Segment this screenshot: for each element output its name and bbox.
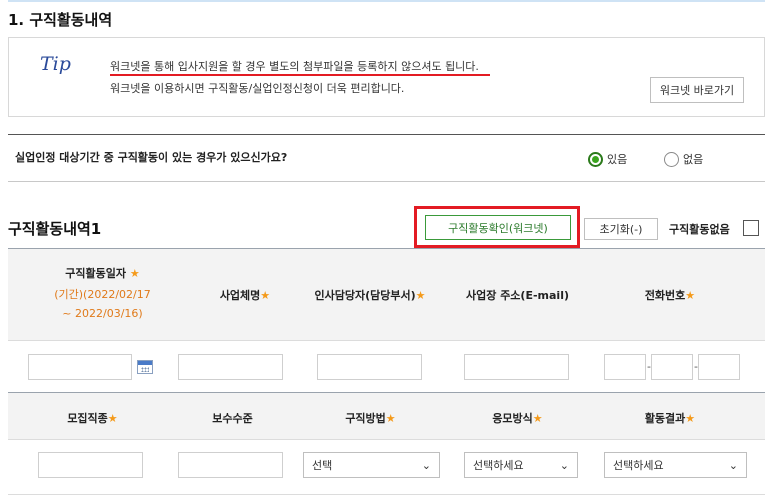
required-star: ★ bbox=[685, 289, 696, 302]
activity-question: 실업인정 대상기간 중 구직활동이 있는 경우가 있으신가요? bbox=[15, 151, 288, 164]
worknet-confirm-button[interactable]: 구직활동확인(워크넷) bbox=[425, 215, 571, 240]
address-input[interactable] bbox=[464, 354, 569, 380]
calendar-icon[interactable] bbox=[137, 360, 153, 374]
radio-no-label: 없음 bbox=[683, 153, 704, 166]
required-star: ★ bbox=[385, 412, 396, 425]
header-company: 사업체명★ bbox=[175, 287, 315, 303]
reset-button[interactable]: 초기화(-) bbox=[584, 218, 658, 240]
phone-input-3[interactable] bbox=[698, 354, 740, 380]
radio-unchecked-icon[interactable] bbox=[664, 151, 679, 167]
phone-input-2[interactable] bbox=[651, 354, 693, 380]
header-method-label: 구직방법 bbox=[345, 412, 386, 425]
header-salary: 보수수준 bbox=[212, 412, 253, 425]
chevron-down-icon: ⌄ bbox=[728, 458, 738, 472]
top-border bbox=[8, 0, 765, 2]
divider bbox=[8, 134, 765, 135]
manager-input[interactable] bbox=[317, 354, 422, 380]
header-position: 모집직종★ bbox=[30, 410, 155, 426]
no-activity-label: 구직활동없음 bbox=[669, 223, 730, 236]
worknet-link-button[interactable]: 워크넷 바로가기 bbox=[650, 77, 744, 103]
header-date-end: ~ 2022/03/16) bbox=[62, 307, 143, 320]
required-star: ★ bbox=[107, 412, 118, 425]
tip-highlight-underline bbox=[110, 74, 490, 76]
header-manager: 인사담당자(담당부서)★ bbox=[295, 287, 445, 303]
tip-message-2: 워크넷을 이용하시면 구직활동/실업인정신청이 더욱 편리합니다. bbox=[110, 82, 405, 95]
header-apply: 응모방식★ bbox=[455, 410, 580, 426]
position-input[interactable] bbox=[38, 452, 143, 478]
header-address: 사업장 주소(E-mail) bbox=[466, 289, 569, 302]
divider bbox=[8, 181, 765, 182]
row-divider bbox=[8, 340, 765, 341]
radio-yes-label: 있음 bbox=[607, 153, 628, 166]
header-method: 구직방법★ bbox=[308, 410, 433, 426]
header-phone-label: 전화번호 bbox=[644, 289, 686, 302]
tip-icon: Tip bbox=[40, 53, 71, 75]
required-star: ★ bbox=[129, 267, 140, 280]
header-date-period: (기간)(2022/02/17 bbox=[54, 288, 151, 301]
activity-title: 구직활동내역1 bbox=[8, 220, 102, 238]
row-divider bbox=[8, 494, 765, 495]
chevron-down-icon: ⌄ bbox=[421, 458, 431, 472]
header-manager-label: 인사담당자(담당부서) bbox=[314, 289, 416, 302]
phone-input-1[interactable] bbox=[604, 354, 646, 380]
header-result: 활동결과★ bbox=[600, 410, 740, 426]
date-input[interactable] bbox=[28, 354, 132, 380]
chevron-down-icon: ⌄ bbox=[559, 458, 569, 472]
header-position-label: 모집직종 bbox=[67, 412, 108, 425]
radio-checked-icon[interactable] bbox=[588, 151, 603, 167]
radio-no[interactable]: 없음 bbox=[664, 151, 703, 167]
salary-input[interactable] bbox=[178, 452, 283, 478]
required-star: ★ bbox=[415, 289, 426, 302]
header-apply-label: 응모방식 bbox=[492, 412, 533, 425]
company-input[interactable] bbox=[178, 354, 283, 380]
result-select-value: 선택하세요 bbox=[613, 459, 664, 472]
required-star: ★ bbox=[685, 412, 696, 425]
header-phone: 전화번호★ bbox=[600, 287, 740, 303]
header-company-label: 사업체명 bbox=[219, 289, 261, 302]
header-result-label: 활동결과 bbox=[644, 412, 686, 425]
row-divider bbox=[8, 439, 765, 440]
no-activity-checkbox[interactable] bbox=[743, 220, 759, 236]
apply-select[interactable]: 선택하세요 ⌄ bbox=[464, 452, 578, 478]
header-date-label: 구직활동일자 bbox=[65, 267, 126, 280]
method-select-value: 선택 bbox=[312, 459, 333, 472]
radio-yes[interactable]: 있음 bbox=[588, 151, 627, 167]
required-star: ★ bbox=[260, 289, 271, 302]
section-title: 1. 구직활동내역 bbox=[8, 11, 113, 29]
header-date: 구직활동일자 ★ (기간)(2022/02/17 ~ 2022/03/16) bbox=[40, 265, 165, 320]
apply-select-value: 선택하세요 bbox=[473, 459, 524, 472]
method-select[interactable]: 선택 ⌄ bbox=[303, 452, 440, 478]
required-star: ★ bbox=[532, 412, 543, 425]
result-select[interactable]: 선택하세요 ⌄ bbox=[604, 452, 747, 478]
tip-message-1: 워크넷을 통해 입사지원을 할 경우 별도의 첨부파일을 등록하지 않으셔도 됩… bbox=[110, 60, 479, 73]
